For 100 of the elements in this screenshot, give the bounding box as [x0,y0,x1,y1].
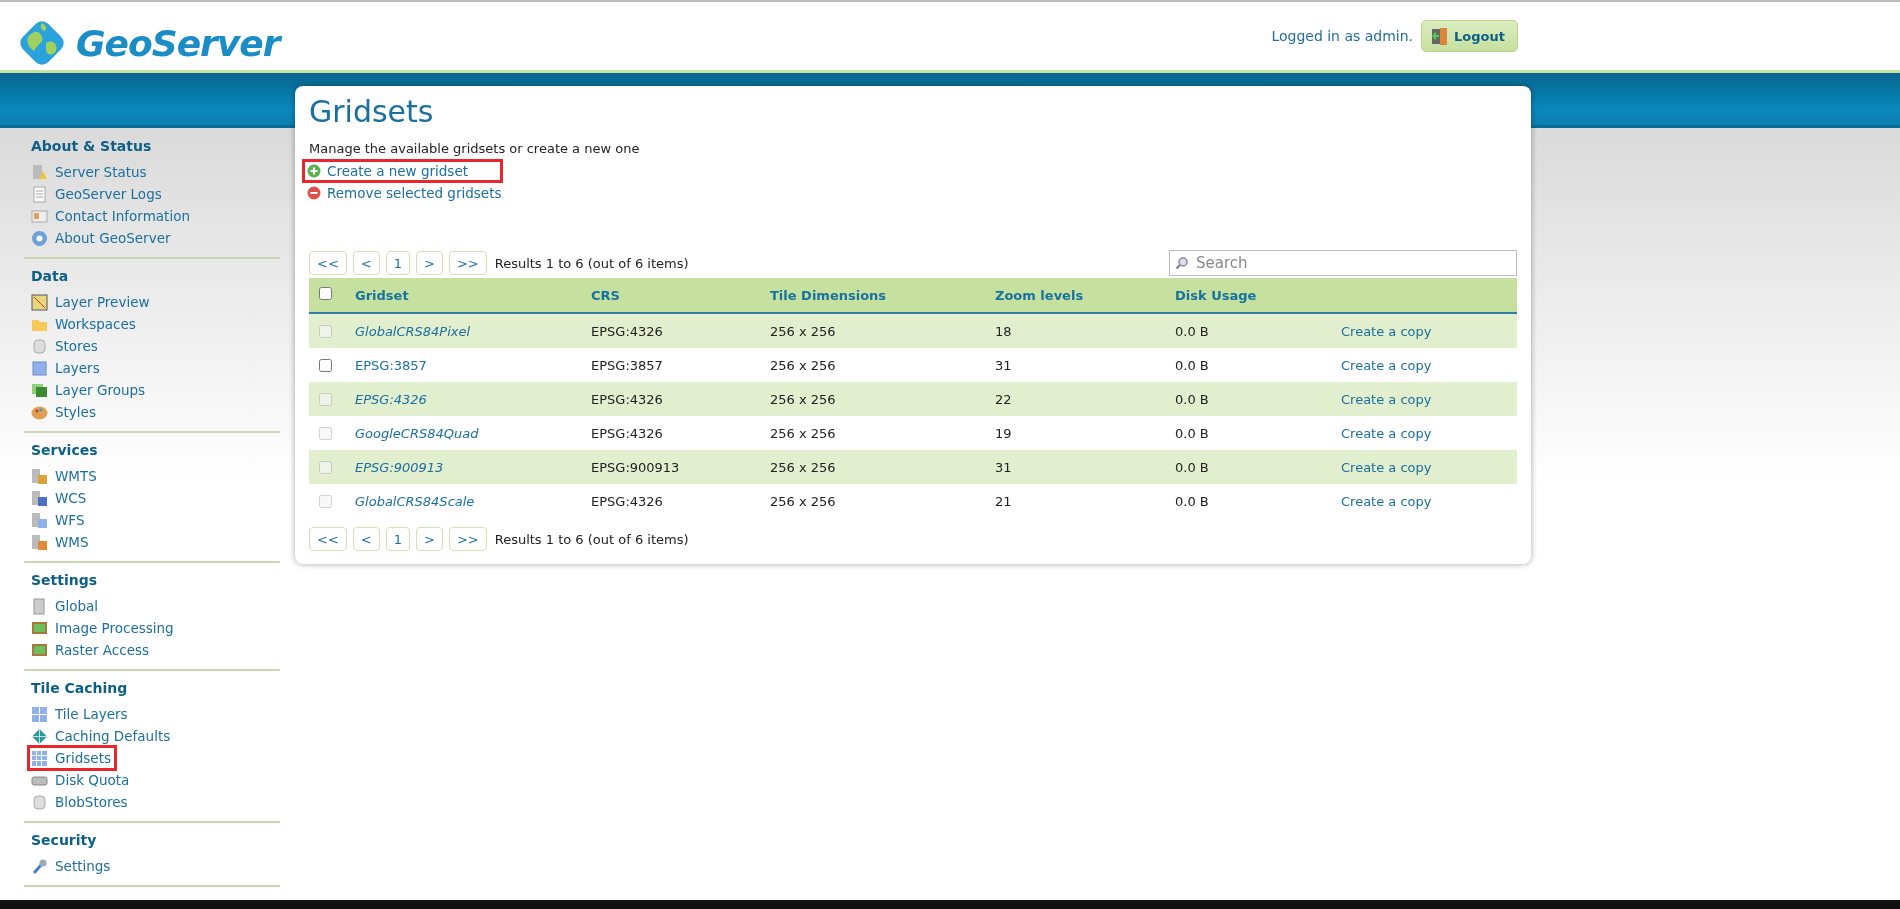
sidebar-item[interactable]: WMTS [31,465,101,487]
column-header: Gridset [354,287,410,303]
table-cell-text: 19 [994,425,1013,441]
table-cell-text: 18 [994,323,1013,339]
sidebar-item[interactable]: Styles [31,401,100,423]
pager-button[interactable]: < [352,251,380,275]
pager-button[interactable]: > [416,251,443,275]
table-cell-text: 0.0 B [1174,459,1210,475]
sidebar-item[interactable]: Settings [31,855,115,877]
table-cell-text: EPSG:4326 [590,493,664,509]
table-cell-text: 256 x 256 [769,493,837,509]
table-cell-text: 0.0 B [1174,357,1210,373]
sidebar-item[interactable]: WFS [31,509,89,531]
search-icon [1175,256,1189,270]
table-cell-text: 256 x 256 [769,391,837,407]
table-cell-text: EPSG:4326 [590,391,664,407]
server-icon [31,533,48,551]
sidebar-heading: Data [31,268,70,284]
sidebar-item[interactable]: Gridsets [29,747,115,769]
table-cell-text: 21 [994,493,1013,509]
pager-button[interactable]: >> [448,251,487,275]
remove-link[interactable]: Remove selected gridsets [303,182,536,204]
add-icon [307,164,321,178]
map-icon [31,293,48,311]
table-cell-text: EPSG:900913 [590,459,681,475]
sidebar-item[interactable]: About GeoServer [31,227,175,249]
pager-button[interactable]: << [309,527,347,551]
table-cell-text: 256 x 256 [769,357,837,373]
pager-button[interactable]: > [416,527,443,551]
create-link[interactable]: Create a new gridset [303,160,502,182]
copy-link[interactable]: Create a copy [1341,357,1432,373]
server-icon [31,511,48,529]
layer-icon [31,359,48,377]
sidebar-heading: About & Status [31,138,153,154]
sidebar-item[interactable]: GeoServer Logs [31,183,166,205]
sidebar-item[interactable]: Stores [31,335,102,357]
table-cell-text: EPSG:4326 [590,323,664,339]
contact-card-icon [31,207,48,225]
sidebar-heading: Security [31,832,98,848]
table-cell-text: 256 x 256 [769,323,837,339]
table-cell-text: EPSG:4326 [590,425,664,441]
login-status: Logged in as admin. [1271,28,1414,44]
search-field[interactable]: Search [1169,250,1517,276]
sidebar-item[interactable]: Disk Quota [31,769,134,791]
pager-button[interactable]: 1 [385,527,410,551]
sidebar-heading: Services [31,442,99,458]
sidebar-item[interactable]: Layers [31,357,104,379]
picture-frame-icon [31,641,48,659]
pager-button[interactable]: >> [448,527,487,551]
sidebar-heading: Tile Caching [31,680,129,696]
wrench-icon [31,857,48,875]
sidebar-item[interactable]: WMS [31,531,93,553]
sidebar-item[interactable]: Workspaces [31,313,140,335]
sidebar-item[interactable]: Image Processing [31,617,178,639]
sidebar-item[interactable]: Contact Information [31,205,194,227]
table-cell-text: 0.0 B [1174,391,1210,407]
server-icon [31,597,48,615]
column-header: Tile Dimensions [769,287,888,303]
sidebar-heading: Settings [31,572,99,588]
sidebar-item[interactable]: Raster Access [31,639,154,661]
table-cell-text: EPSG:3857 [590,357,664,373]
remove-icon [307,186,321,200]
table-cell-text: 256 x 256 [769,459,837,475]
table-cell-text: 0.0 B [1174,425,1210,441]
picture-frame-icon [31,619,48,637]
select-all-checkbox[interactable] [319,287,332,300]
document-icon [31,185,48,203]
pager-button[interactable]: << [309,251,347,275]
pager-button[interactable]: < [352,527,380,551]
results-summary: Results 1 to 6 (out of 6 items) [494,255,689,271]
logout-button[interactable]: Logout [1421,20,1518,52]
gridset-link[interactable]: EPSG:3857 [355,357,427,373]
server-icon [31,467,48,485]
row-checkbox[interactable] [319,358,332,372]
sidebar-item[interactable]: Server Status [31,161,151,183]
table-cell-text: 0.0 B [1174,493,1210,509]
sidebar-item[interactable]: Caching Defaults [31,725,175,747]
sidebar-item[interactable]: Tile Layers [31,703,132,725]
sidebar-item[interactable]: BlobStores [31,791,132,813]
sidebar-item[interactable]: Global [31,595,103,617]
database-icon [31,793,48,811]
table-cell-text: 0.0 B [1174,323,1210,339]
sidebar-item[interactable]: WCS [31,487,91,509]
grid-icon [31,705,48,723]
page-description: Manage the available gridsets or create a new one [309,141,641,156]
table-cell-text: 256 x 256 [769,425,837,441]
pager-button[interactable]: 1 [385,251,410,275]
column-header: Disk Usage [1174,287,1258,303]
logo-text: GeoServer [76,22,280,64]
table-cell-text: 31 [994,459,1013,475]
server-icon [31,489,48,507]
column-header: CRS [590,287,621,303]
grid-icon [31,749,48,767]
table-cell-text: 31 [994,357,1013,373]
server-icon [31,163,48,181]
sidebar-item[interactable]: Layer Preview [31,291,154,313]
results-summary: Results 1 to 6 (out of 6 items) [494,531,689,547]
sidebar-item[interactable]: Layer Groups [31,379,150,401]
page-title: Gridsets [309,94,435,129]
column-header: Zoom levels [994,287,1085,303]
